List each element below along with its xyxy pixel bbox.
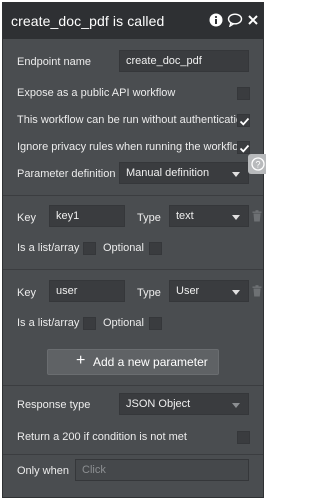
param-2-key-value: user bbox=[56, 285, 78, 297]
param-2-type-value: User bbox=[176, 285, 200, 297]
response-type-label: Response type bbox=[17, 399, 91, 411]
param-1-key-input[interactable]: key1 bbox=[49, 205, 125, 227]
param-1-key-value: key1 bbox=[56, 210, 80, 222]
param-1-type-label: Type bbox=[137, 212, 161, 224]
param-2-key-input[interactable]: user bbox=[49, 280, 125, 302]
trash-icon[interactable] bbox=[252, 209, 262, 227]
return-200-checkbox[interactable] bbox=[237, 431, 250, 444]
title-bar: create_doc_pdf is called bbox=[3, 3, 263, 39]
ignore-privacy-checkbox[interactable] bbox=[237, 141, 250, 154]
response-type-dropdown[interactable]: JSON Object bbox=[119, 393, 249, 415]
expose-api-checkbox[interactable] bbox=[237, 87, 250, 100]
plus-icon: + bbox=[76, 352, 86, 369]
response-type-value: JSON Object bbox=[126, 398, 191, 410]
comment-icon[interactable] bbox=[227, 13, 243, 29]
return-200-label: Return a 200 if condition is not met bbox=[17, 431, 187, 443]
param-1-type-value: text bbox=[176, 210, 194, 222]
divider bbox=[3, 269, 263, 270]
no-auth-checkbox[interactable] bbox=[237, 114, 250, 127]
only-when-placeholder: Click bbox=[82, 464, 106, 476]
param-1-optional-checkbox[interactable] bbox=[149, 242, 162, 255]
trash-icon[interactable] bbox=[252, 284, 262, 302]
divider bbox=[3, 454, 263, 455]
divider bbox=[3, 195, 263, 196]
panel-title: create_doc_pdf is called bbox=[11, 13, 165, 29]
param-1-list-checkbox[interactable] bbox=[83, 242, 96, 255]
close-icon[interactable] bbox=[247, 13, 263, 29]
param-1-list-label: Is a list/array bbox=[17, 242, 80, 254]
param-2-optional-label: Optional bbox=[103, 317, 144, 329]
checkmark-icon bbox=[239, 117, 250, 126]
workflow-properties-panel: create_doc_pdf is called Endpoint name c… bbox=[2, 2, 264, 498]
no-auth-label: This workflow can be run without authent… bbox=[17, 114, 249, 126]
chevron-down-icon bbox=[232, 403, 240, 408]
param-1-key-label: Key bbox=[17, 212, 36, 224]
param-2-optional-checkbox[interactable] bbox=[149, 317, 162, 330]
only-when-input[interactable]: Click bbox=[75, 459, 249, 481]
svg-text:?: ? bbox=[255, 160, 260, 170]
param-2-type-label: Type bbox=[137, 287, 161, 299]
ignore-privacy-label: Ignore privacy rules when running the wo… bbox=[17, 141, 247, 153]
param-2-key-label: Key bbox=[17, 287, 36, 299]
chevron-down-icon bbox=[232, 215, 240, 220]
divider bbox=[3, 385, 263, 386]
only-when-label: Only when bbox=[17, 465, 69, 477]
param-2-type-dropdown[interactable]: User bbox=[169, 280, 249, 302]
expose-api-label: Expose as a public API workflow bbox=[17, 87, 176, 99]
param-1-type-dropdown[interactable]: text bbox=[169, 205, 249, 227]
endpoint-name-label: Endpoint name bbox=[17, 56, 91, 68]
endpoint-name-input[interactable]: create_doc_pdf bbox=[119, 50, 249, 72]
chevron-down-icon bbox=[232, 290, 240, 295]
param-2-list-checkbox[interactable] bbox=[83, 317, 96, 330]
endpoint-name-value: create_doc_pdf bbox=[126, 55, 202, 67]
param-definition-dropdown[interactable]: Manual definition bbox=[119, 162, 249, 184]
param-2-list-label: Is a list/array bbox=[17, 317, 80, 329]
param-definition-label: Parameter definition bbox=[17, 168, 116, 180]
help-tab[interactable]: ? bbox=[248, 154, 266, 174]
chevron-down-icon bbox=[232, 172, 240, 177]
add-parameter-label: Add a new parameter bbox=[93, 355, 208, 369]
param-1-optional-label: Optional bbox=[103, 242, 144, 254]
add-parameter-button[interactable]: + Add a new parameter bbox=[47, 349, 219, 375]
param-definition-value: Manual definition bbox=[126, 167, 210, 179]
help-icon: ? bbox=[251, 157, 265, 171]
info-icon[interactable] bbox=[209, 13, 225, 29]
